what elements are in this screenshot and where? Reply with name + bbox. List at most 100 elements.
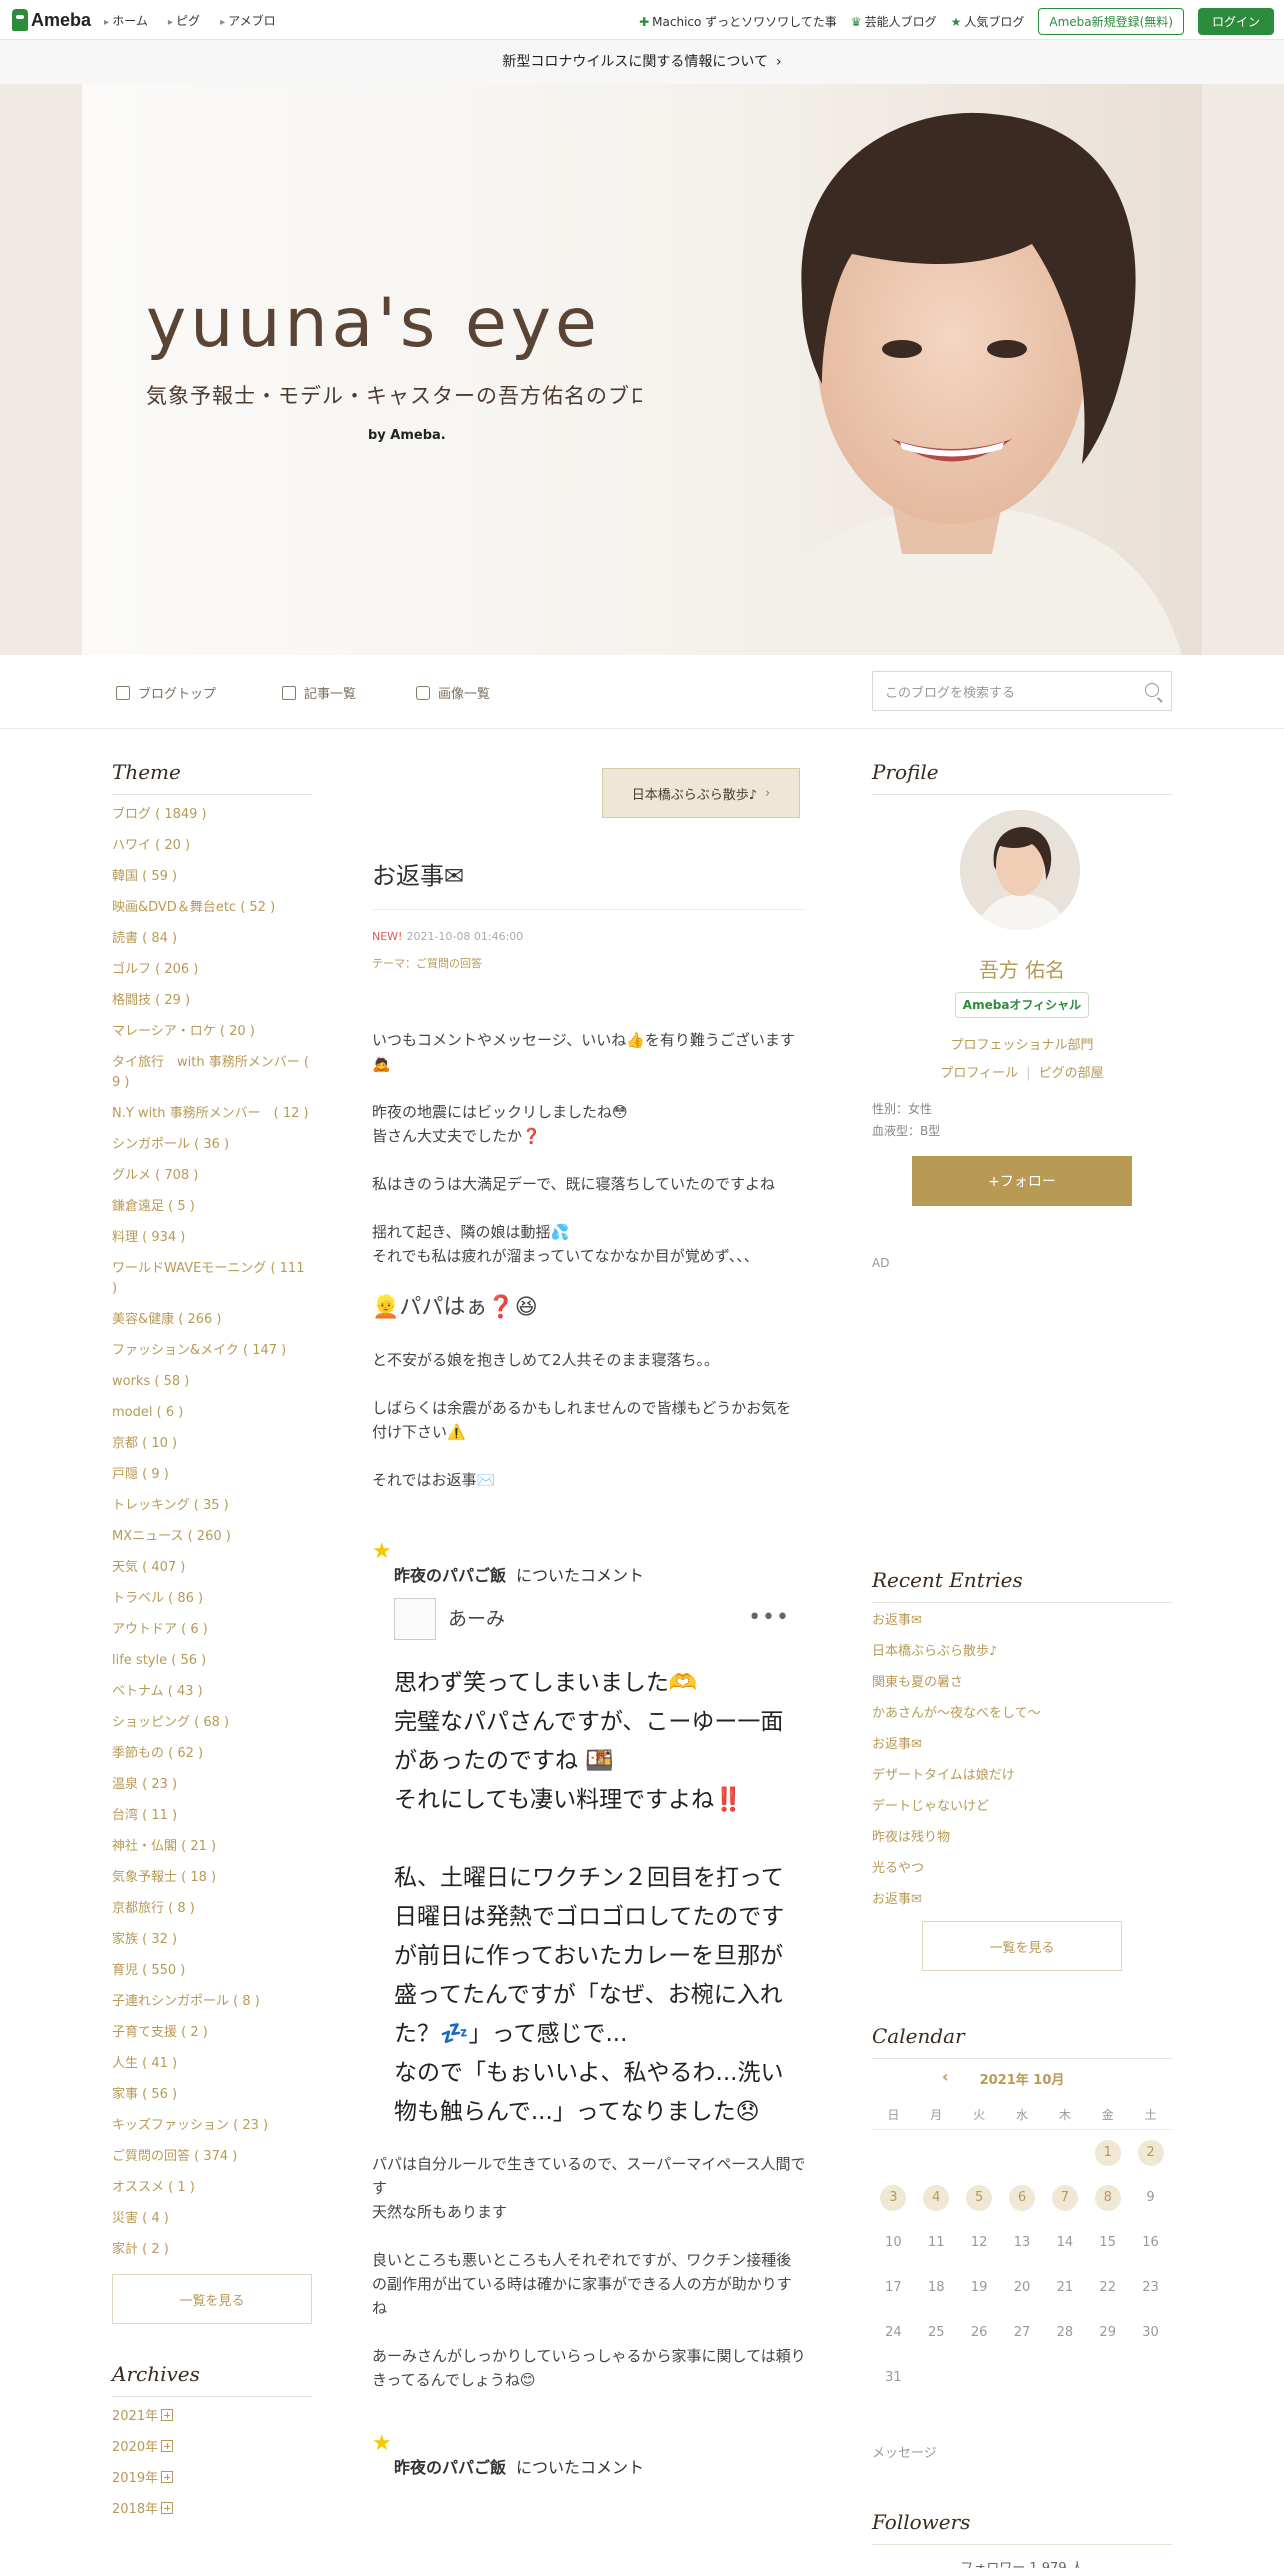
calendar-day[interactable]: 3 xyxy=(872,2175,915,2220)
nav-blog-top[interactable]: ブログトップ xyxy=(116,683,216,702)
article-theme-link[interactable]: テーマ：ご質問の回答 xyxy=(372,955,482,971)
theme-item[interactable]: ベトナム ( 43 ) xyxy=(112,1682,312,1702)
expand-icon[interactable] xyxy=(161,2440,174,2452)
theme-item[interactable]: 台湾 ( 11 ) xyxy=(112,1806,312,1826)
theme-item[interactable]: マレーシア・ロケ ( 20 ) xyxy=(112,1022,312,1042)
nav-pigg[interactable]: ピグ xyxy=(168,12,200,29)
archive-item[interactable]: 2018年 xyxy=(112,2500,312,2520)
ameba-logo[interactable]: Ameba xyxy=(12,8,91,32)
comment-post-link[interactable]: 昨夜のパパご飯 xyxy=(394,1566,506,1585)
expand-icon[interactable] xyxy=(161,2409,174,2421)
theme-item[interactable]: グルメ ( 708 ) xyxy=(112,1166,312,1186)
nav-ameblo[interactable]: アメブロ xyxy=(220,12,275,29)
theme-item[interactable]: model ( 6 ) xyxy=(112,1403,312,1423)
search-icon[interactable] xyxy=(1145,683,1159,697)
blog-search-input[interactable]: このブログを検索する xyxy=(872,671,1172,711)
calendar-day[interactable]: 2 xyxy=(1129,2130,1172,2175)
theme-item[interactable]: 気象予報士 ( 18 ) xyxy=(112,1868,312,1888)
theme-item[interactable]: ご質問の回答 ( 374 ) xyxy=(112,2147,312,2167)
theme-item[interactable]: works ( 58 ) xyxy=(112,1372,312,1392)
trend-link[interactable]: ✚ Machico ずっとソワソワしてた事 xyxy=(639,13,837,30)
theme-item[interactable]: 京都旅行 ( 8 ) xyxy=(112,1899,312,1919)
archive-item[interactable]: 2021年 xyxy=(112,2407,312,2427)
covid-notice[interactable]: 新型コロナウイルスに関する情報について › xyxy=(0,40,1284,84)
register-button[interactable]: Ameba新規登録(無料) xyxy=(1038,8,1184,35)
comment-post-link[interactable]: 昨夜のパパご飯 xyxy=(394,2458,506,2477)
theme-item[interactable]: 戸隠 ( 9 ) xyxy=(112,1465,312,1485)
theme-item[interactable]: 神社・仏閣 ( 21 ) xyxy=(112,1837,312,1857)
nav-home[interactable]: ホーム xyxy=(104,12,148,29)
theme-item[interactable]: 育児 ( 550 ) xyxy=(112,1961,312,1981)
theme-item[interactable]: シンガポール ( 36 ) xyxy=(112,1135,312,1155)
celebrity-blog-link[interactable]: ♛ 芸能人ブログ xyxy=(851,13,937,30)
calendar-day[interactable]: 6 xyxy=(1001,2175,1044,2220)
theme-see-all-button[interactable]: 一覧を見る xyxy=(112,2274,312,2324)
calendar-day[interactable]: 5 xyxy=(958,2175,1001,2220)
profile-link[interactable]: プロフィール xyxy=(940,1066,1018,1081)
theme-item[interactable]: 温泉 ( 23 ) xyxy=(112,1775,312,1795)
theme-item[interactable]: 子連れシンガポール ( 8 ) xyxy=(112,1992,312,2012)
message-link[interactable]: メッセージ xyxy=(872,2442,937,2461)
profile-name[interactable]: 吾方 佑名 xyxy=(872,954,1172,983)
expand-icon[interactable] xyxy=(161,2502,174,2514)
theme-item[interactable]: life style ( 56 ) xyxy=(112,1651,312,1671)
nav-image-list[interactable]: 画像一覧 xyxy=(416,683,490,702)
recent-entry[interactable]: 光るやつ xyxy=(872,1859,1172,1879)
theme-item[interactable]: 災害 ( 4 ) xyxy=(112,2209,312,2229)
recent-entry[interactable]: お返事✉ xyxy=(872,1890,1172,1910)
theme-item[interactable]: N.Y with 事務所メンバー ( 12 ) xyxy=(112,1104,312,1124)
theme-item[interactable]: キッズファッション ( 23 ) xyxy=(112,2116,312,2136)
next-entry-button[interactable]: 日本橋ぶらぶら散歩♪ › xyxy=(602,768,800,818)
chevron-left-icon[interactable]: ‹ xyxy=(942,2067,949,2086)
theme-item[interactable]: 京都 ( 10 ) xyxy=(112,1434,312,1454)
login-button[interactable]: ログイン xyxy=(1197,8,1274,35)
theme-item[interactable]: MXニュース ( 260 ) xyxy=(112,1527,312,1547)
theme-item[interactable]: 子育て支援 ( 2 ) xyxy=(112,2023,312,2043)
theme-item[interactable]: 季節もの ( 62 ) xyxy=(112,1744,312,1764)
theme-item[interactable]: 美容&健康 ( 266 ) xyxy=(112,1310,312,1330)
theme-item[interactable]: アウトドア ( 6 ) xyxy=(112,1620,312,1640)
theme-item[interactable]: 家族 ( 32 ) xyxy=(112,1930,312,1950)
archive-item[interactable]: 2020年 xyxy=(112,2438,312,2458)
theme-item[interactable]: ゴルフ ( 206 ) xyxy=(112,960,312,980)
more-icon[interactable]: ••• xyxy=(748,1606,790,1630)
pig-room-link[interactable]: ピグの部屋 xyxy=(1039,1066,1104,1081)
recent-entry[interactable]: 日本橋ぶらぶら散歩♪ xyxy=(872,1642,1172,1662)
calendar-day[interactable]: 4 xyxy=(915,2175,958,2220)
theme-item[interactable]: トレッキング ( 35 ) xyxy=(112,1496,312,1516)
recent-entry[interactable]: デートじゃないけど xyxy=(872,1797,1172,1817)
recent-entry[interactable]: 関東も夏の暑さ xyxy=(872,1673,1172,1693)
theme-item[interactable]: タイ旅行 with 事務所メンバー ( 9 ) xyxy=(112,1053,312,1093)
theme-item[interactable]: ハワイ ( 20 ) xyxy=(112,836,312,856)
theme-item[interactable]: 人生 ( 41 ) xyxy=(112,2054,312,2074)
theme-item[interactable]: 天気 ( 407 ) xyxy=(112,1558,312,1578)
theme-item[interactable]: トラベル ( 86 ) xyxy=(112,1589,312,1609)
theme-item[interactable]: 読書 ( 84 ) xyxy=(112,929,312,949)
recent-entry[interactable]: かあさんが～夜なべをして～ xyxy=(872,1704,1172,1724)
popular-blog-link[interactable]: ★ 人気ブログ xyxy=(951,13,1025,30)
nav-entry-list[interactable]: 記事一覧 xyxy=(282,683,356,702)
expand-icon[interactable] xyxy=(161,2471,174,2483)
theme-item[interactable]: ファッション&メイク ( 147 ) xyxy=(112,1341,312,1361)
archive-item[interactable]: 2019年 xyxy=(112,2469,312,2489)
recent-see-all-button[interactable]: 一覧を見る xyxy=(922,1921,1122,1971)
follow-button[interactable]: +フォロー xyxy=(912,1156,1132,1206)
theme-item[interactable]: 家事 ( 56 ) xyxy=(112,2085,312,2105)
profile-category[interactable]: プロフェッショナル部門 xyxy=(872,1034,1172,1053)
theme-item[interactable]: 映画&DVD＆舞台etc ( 52 ) xyxy=(112,898,312,918)
header-banner[interactable]: yuuna's eye 気象予報士・モデル・キャスターの吾方佑名のブログ by … xyxy=(82,84,1202,655)
recent-entry[interactable]: お返事✉ xyxy=(872,1611,1172,1631)
theme-item[interactable]: 家計 ( 2 ) xyxy=(112,2240,312,2260)
calendar-day[interactable]: 7 xyxy=(1043,2175,1086,2220)
recent-entry[interactable]: お返事✉ xyxy=(872,1735,1172,1755)
theme-item[interactable]: 鎌倉遠足 ( 5 ) xyxy=(112,1197,312,1217)
theme-item[interactable]: ブログ ( 1849 ) xyxy=(112,805,312,825)
theme-item[interactable]: オススメ ( 1 ) xyxy=(112,2178,312,2198)
calendar-day[interactable]: 1 xyxy=(1086,2130,1129,2175)
recent-entry[interactable]: 昨夜は残り物 xyxy=(872,1828,1172,1848)
theme-item[interactable]: 韓国 ( 59 ) xyxy=(112,867,312,887)
theme-item[interactable]: ワールドWAVEモーニング ( 111 ) xyxy=(112,1259,312,1299)
calendar-day[interactable]: 8 xyxy=(1086,2175,1129,2220)
theme-item[interactable]: 料理 ( 934 ) xyxy=(112,1228,312,1248)
recent-entry[interactable]: デザートタイムは娘だけ xyxy=(872,1766,1172,1786)
